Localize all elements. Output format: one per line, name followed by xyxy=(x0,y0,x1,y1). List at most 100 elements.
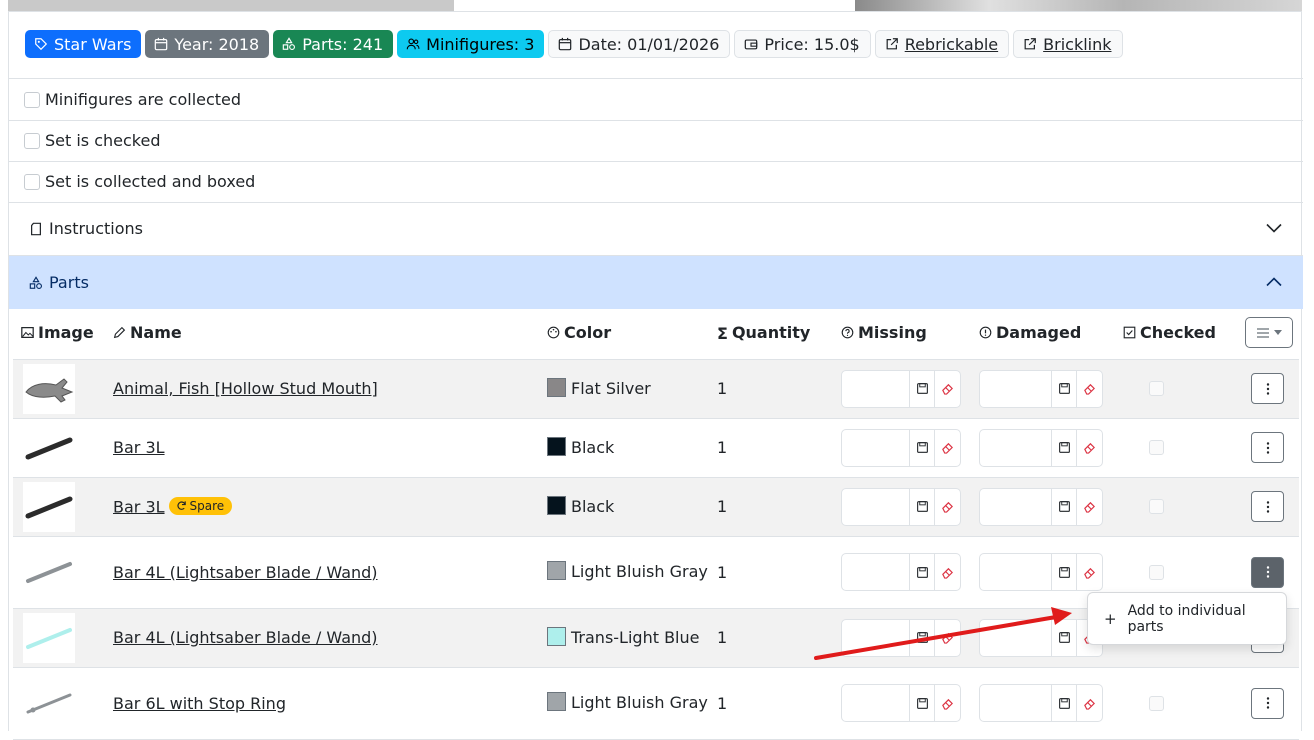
part-image[interactable] xyxy=(23,422,75,473)
missing-input[interactable] xyxy=(842,488,910,525)
save-button[interactable] xyxy=(1052,429,1077,466)
damaged-input-group xyxy=(979,684,1103,722)
save-button[interactable] xyxy=(910,554,935,590)
part-image[interactable] xyxy=(23,481,75,532)
row-menu-button[interactable] xyxy=(1251,491,1284,522)
missing-cell xyxy=(833,418,971,478)
part-name-cell: Bar 6L with Stop Ring xyxy=(105,667,539,740)
part-image-cell xyxy=(13,608,105,668)
part-name-link[interactable]: Animal, Fish [Hollow Stud Mouth] xyxy=(113,379,378,398)
save-button[interactable] xyxy=(910,429,935,466)
part-name-link[interactable]: Bar 3L xyxy=(113,497,165,516)
row-menu-button[interactable] xyxy=(1251,687,1284,719)
missing-cell xyxy=(833,536,971,609)
eraser-icon xyxy=(942,501,953,513)
part-checked-checkbox[interactable] xyxy=(1149,499,1164,514)
sort-menu-button[interactable] xyxy=(1245,317,1293,349)
checked-cell xyxy=(1115,359,1233,419)
part-checked-checkbox[interactable] xyxy=(1149,440,1164,455)
missing-input[interactable] xyxy=(842,619,910,656)
part-image[interactable] xyxy=(23,363,75,414)
part-checked-checkbox[interactable] xyxy=(1149,695,1164,711)
add-to-individual-parts-item[interactable]: Add to individual parts xyxy=(1128,603,1286,635)
row-menu-button[interactable] xyxy=(1251,556,1284,588)
missing-input[interactable] xyxy=(842,370,910,407)
minifigures-collected-row[interactable]: Minifigures are collected xyxy=(9,79,1303,120)
part-name-link[interactable]: Bar 4L (Lightsaber Blade / Wand) xyxy=(113,563,378,582)
clear-button[interactable] xyxy=(935,371,960,407)
instructions-accordion-header[interactable]: Instructions xyxy=(9,202,1303,255)
part-checked-checkbox[interactable] xyxy=(1149,381,1164,396)
table-row: Bar 3L Black 1 xyxy=(13,418,1299,478)
column-header-quantity[interactable]: Σ Quantity xyxy=(709,307,833,360)
missing-input[interactable] xyxy=(842,685,910,721)
group-icon xyxy=(406,38,420,50)
damaged-input[interactable] xyxy=(980,429,1052,466)
save-button[interactable] xyxy=(1052,554,1077,590)
set-checked-checkbox[interactable] xyxy=(24,132,40,149)
save-button[interactable] xyxy=(910,488,935,525)
part-checked-checkbox[interactable] xyxy=(1149,564,1164,580)
part-name-cell: Bar 4L (Lightsaber Blade / Wand) xyxy=(105,608,539,668)
damaged-input-group xyxy=(979,553,1103,591)
part-image[interactable] xyxy=(23,612,75,663)
damaged-input[interactable] xyxy=(980,685,1052,721)
save-button[interactable] xyxy=(910,619,935,656)
damaged-input[interactable] xyxy=(980,488,1052,525)
save-button[interactable] xyxy=(1052,685,1077,721)
save-button[interactable] xyxy=(1052,488,1077,525)
minifigures-collected-checkbox[interactable] xyxy=(24,91,40,108)
clear-button[interactable] xyxy=(1077,489,1102,525)
part-name-link[interactable]: Bar 3L xyxy=(113,438,165,457)
eraser-icon xyxy=(942,383,953,395)
save-button[interactable] xyxy=(1052,370,1077,407)
column-header-checked[interactable]: Checked xyxy=(1115,307,1233,360)
color-swatch xyxy=(547,377,566,397)
missing-input[interactable] xyxy=(842,429,910,466)
save-icon xyxy=(916,383,928,394)
part-color-cell: Black xyxy=(539,477,709,537)
save-button[interactable] xyxy=(910,370,935,407)
save-button[interactable] xyxy=(1052,619,1077,656)
external-link-icon xyxy=(886,38,898,50)
parts-accordion-header[interactable]: Parts xyxy=(9,256,1303,309)
save-button[interactable] xyxy=(910,685,935,721)
set-boxed-checkbox[interactable] xyxy=(24,173,40,190)
chevron-down-icon xyxy=(1265,219,1283,241)
part-quantity: 1 xyxy=(709,359,833,419)
part-name-link[interactable]: Bar 4L (Lightsaber Blade / Wand) xyxy=(113,628,378,647)
table-row: Bar 6L with Stop Ring Light Bluish Gray … xyxy=(13,667,1299,740)
part-quantity: 1 xyxy=(709,667,833,740)
row-menu-button[interactable] xyxy=(1251,373,1284,404)
clear-button[interactable] xyxy=(1077,685,1102,721)
clear-button[interactable] xyxy=(935,685,960,721)
clear-button[interactable] xyxy=(935,620,960,656)
year-badge: Year: 2018 xyxy=(145,30,270,58)
column-header-damaged[interactable]: Damaged xyxy=(971,307,1115,360)
part-color-cell: Light Bluish Gray xyxy=(539,667,709,740)
list-icon xyxy=(1256,328,1269,338)
column-header-name[interactable]: Name xyxy=(105,307,539,360)
part-name-link[interactable]: Bar 6L with Stop Ring xyxy=(113,694,286,713)
column-header-color[interactable]: Color xyxy=(539,307,709,360)
bricklink-link[interactable]: Bricklink xyxy=(1013,30,1123,58)
clear-button[interactable] xyxy=(1077,430,1102,466)
missing-input[interactable] xyxy=(842,554,910,590)
damaged-input[interactable] xyxy=(980,554,1052,590)
clear-button[interactable] xyxy=(935,489,960,525)
damaged-input[interactable] xyxy=(980,370,1052,407)
set-boxed-row[interactable]: Set is collected and boxed xyxy=(9,161,1303,202)
clear-button[interactable] xyxy=(935,430,960,466)
row-menu-button[interactable] xyxy=(1251,432,1284,463)
external-link-icon xyxy=(1024,38,1037,50)
part-image[interactable] xyxy=(23,678,75,728)
set-checked-row[interactable]: Set is checked xyxy=(9,120,1303,161)
rebrickable-link[interactable]: Rebrickable xyxy=(874,30,1010,58)
clear-button[interactable] xyxy=(935,554,960,590)
part-image[interactable] xyxy=(23,547,75,597)
column-header-image[interactable]: Image xyxy=(13,307,105,360)
damaged-input[interactable] xyxy=(980,619,1052,656)
clear-button[interactable] xyxy=(1077,554,1102,590)
column-header-missing[interactable]: Missing xyxy=(833,307,971,360)
clear-button[interactable] xyxy=(1077,371,1102,407)
